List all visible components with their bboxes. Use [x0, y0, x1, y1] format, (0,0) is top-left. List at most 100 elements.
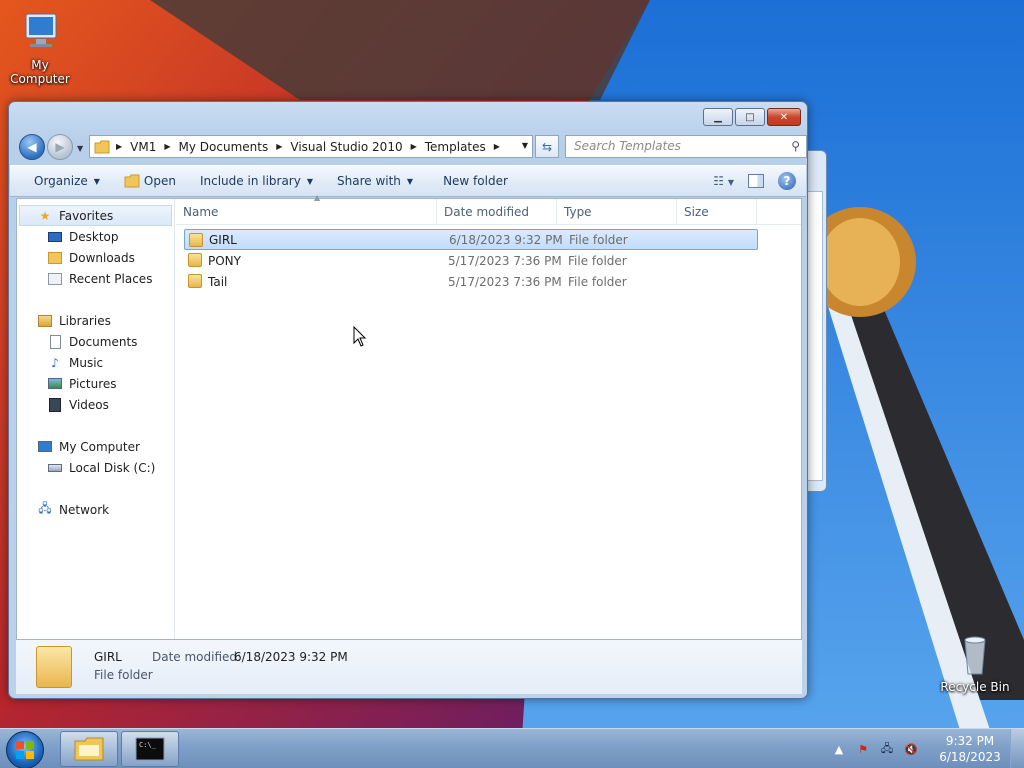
- nav-videos[interactable]: Videos: [17, 394, 174, 415]
- chevron-right-icon[interactable]: ▶: [116, 142, 122, 151]
- refresh-button[interactable]: ⇆: [535, 135, 559, 158]
- details-type: File folder: [94, 668, 153, 682]
- recycle-bin-icon: [951, 630, 999, 678]
- desktop-icon-recycle-bin[interactable]: Recycle Bin: [935, 630, 1015, 694]
- folder-icon: [188, 274, 202, 288]
- action-center-flag-icon[interactable]: ⚑: [854, 740, 872, 758]
- chevron-right-icon[interactable]: ▶: [411, 142, 417, 151]
- organize-button[interactable]: Organize ▼: [10, 174, 112, 188]
- chevron-right-icon[interactable]: ▶: [276, 142, 282, 151]
- search-input[interactable]: Search Templates ⚲: [565, 135, 807, 158]
- navigation-pane: ★ Favorites Desktop Downloads Recent Pla…: [17, 199, 175, 639]
- breadcrumb-templates[interactable]: Templates: [425, 140, 486, 154]
- pictures-icon: [47, 376, 63, 392]
- nav-local-disk[interactable]: Local Disk (C:): [17, 457, 174, 478]
- folder-icon: [188, 253, 202, 267]
- minimize-button[interactable]: ▁: [703, 108, 733, 126]
- nav-documents[interactable]: Documents: [17, 331, 174, 352]
- new-folder-button[interactable]: New folder: [425, 174, 520, 188]
- view-controls: ☷ ▼ ?: [713, 172, 796, 190]
- nav-network[interactable]: 🖧 Network: [17, 499, 174, 520]
- close-icon: ✕: [779, 111, 789, 123]
- windows-logo-icon: [16, 741, 34, 759]
- breadcrumb-vm1[interactable]: VM1: [130, 140, 156, 154]
- details-name: GIRL: [94, 650, 122, 664]
- taskbar: C:\_ ▲ ⚑ 🖧 🔇 9:32 PM 6/18/2023: [0, 728, 1024, 768]
- command-bar: Organize ▼ Open Include in library ▼ Sha…: [10, 165, 806, 197]
- file-row-pony[interactable]: PONY 5/17/2023 7:36 PM File folder: [184, 250, 758, 271]
- file-name: Tail: [208, 274, 228, 289]
- column-label: Size: [684, 205, 709, 219]
- include-in-library-button[interactable]: Include in library ▼: [188, 174, 325, 188]
- clock-time: 9:32 PM: [945, 734, 995, 748]
- chevron-right-icon[interactable]: ▶: [494, 142, 500, 151]
- network-status-icon[interactable]: 🖧: [878, 740, 896, 758]
- share-with-button[interactable]: Share with ▼: [325, 174, 425, 188]
- column-type[interactable]: Type: [557, 199, 677, 225]
- preview-pane-icon[interactable]: [748, 174, 764, 188]
- share-with-label: Share with: [337, 174, 401, 188]
- taskbar-explorer-button[interactable]: [60, 731, 118, 767]
- column-label: Date modified: [444, 205, 530, 219]
- search-icon[interactable]: ⚲: [791, 136, 800, 157]
- desktop-icon-label: Recycle Bin: [940, 680, 1010, 694]
- nav-downloads[interactable]: Downloads: [17, 247, 174, 268]
- start-button[interactable]: [6, 731, 44, 768]
- nav-label: Libraries: [59, 313, 111, 328]
- nav-label: My Computer: [59, 439, 140, 454]
- close-button[interactable]: ✕: [767, 108, 801, 126]
- forward-button[interactable]: ▶: [47, 134, 73, 160]
- nav-music[interactable]: ♪ Music: [17, 352, 174, 373]
- documents-icon: [47, 334, 63, 350]
- volume-muted-icon[interactable]: 🔇: [902, 740, 920, 758]
- column-date-modified[interactable]: Date modified: [437, 199, 557, 225]
- column-label: Type: [564, 205, 592, 219]
- desktop-icon-my-computer[interactable]: My Computer: [0, 8, 80, 86]
- nav-desktop[interactable]: Desktop: [17, 226, 174, 247]
- file-type: File folder: [568, 274, 627, 289]
- maximize-button[interactable]: □: [735, 108, 765, 126]
- nav-label: Favorites: [59, 208, 114, 223]
- include-in-library-label: Include in library: [199, 174, 301, 188]
- recent-pages-dropdown[interactable]: ▼: [77, 144, 83, 153]
- file-list: Name ▲ Date modified Type Size GIRL 6/18…: [176, 193, 801, 639]
- show-desktop-button[interactable]: [1010, 729, 1024, 768]
- taskbar-cmd-button[interactable]: C:\_: [121, 731, 179, 767]
- breadcrumb-visual-studio[interactable]: Visual Studio 2010: [290, 140, 402, 154]
- open-label: Open: [143, 174, 176, 188]
- nav-my-computer[interactable]: My Computer: [17, 436, 174, 457]
- change-view-button[interactable]: ☷ ▼: [713, 174, 734, 188]
- file-row-tail[interactable]: Tail 5/17/2023 7:36 PM File folder: [184, 271, 758, 292]
- navigation-row: ◀ ▶ ▼ ▶ VM1 ▶ My Documents ▶ Visual Stud…: [17, 132, 807, 162]
- breadcrumb-my-documents[interactable]: My Documents: [179, 140, 269, 154]
- nav-favorites[interactable]: ★ Favorites: [19, 205, 172, 226]
- details-date-value: 6/18/2023 9:32 PM: [234, 650, 348, 664]
- details-date-label: Date modified:: [152, 650, 242, 664]
- column-name[interactable]: Name: [176, 199, 437, 225]
- desktop-icon: [47, 229, 63, 245]
- show-hidden-icons-button[interactable]: ▲: [830, 740, 848, 758]
- address-bar[interactable]: ▶ VM1 ▶ My Documents ▶ Visual Studio 201…: [89, 135, 533, 158]
- nav-recent-places[interactable]: Recent Places: [17, 268, 174, 289]
- svg-text:C:\_: C:\_: [139, 741, 157, 749]
- videos-icon: [47, 397, 63, 413]
- nav-libraries[interactable]: Libraries: [17, 310, 174, 331]
- chevron-down-icon: ▼: [93, 176, 100, 186]
- folder-icon: [189, 233, 203, 247]
- refresh-icon: ⇆: [541, 139, 553, 154]
- nav-label: Desktop: [69, 229, 119, 244]
- address-dropdown-icon[interactable]: ▼: [522, 141, 528, 150]
- clock[interactable]: 9:32 PM 6/18/2023: [930, 733, 1010, 765]
- libraries-icon: [37, 313, 53, 329]
- back-button[interactable]: ◀: [19, 134, 45, 160]
- file-row-girl[interactable]: GIRL 6/18/2023 9:32 PM File folder: [184, 229, 758, 250]
- open-button[interactable]: Open: [112, 174, 188, 188]
- folder-icon: [94, 140, 110, 153]
- command-prompt-icon: C:\_: [135, 737, 165, 761]
- nav-label: Music: [69, 355, 104, 370]
- nav-pictures[interactable]: Pictures: [17, 373, 174, 394]
- help-icon[interactable]: ?: [778, 172, 796, 190]
- computer-icon: [37, 439, 53, 455]
- column-size[interactable]: Size: [677, 199, 757, 225]
- chevron-right-icon[interactable]: ▶: [164, 142, 170, 151]
